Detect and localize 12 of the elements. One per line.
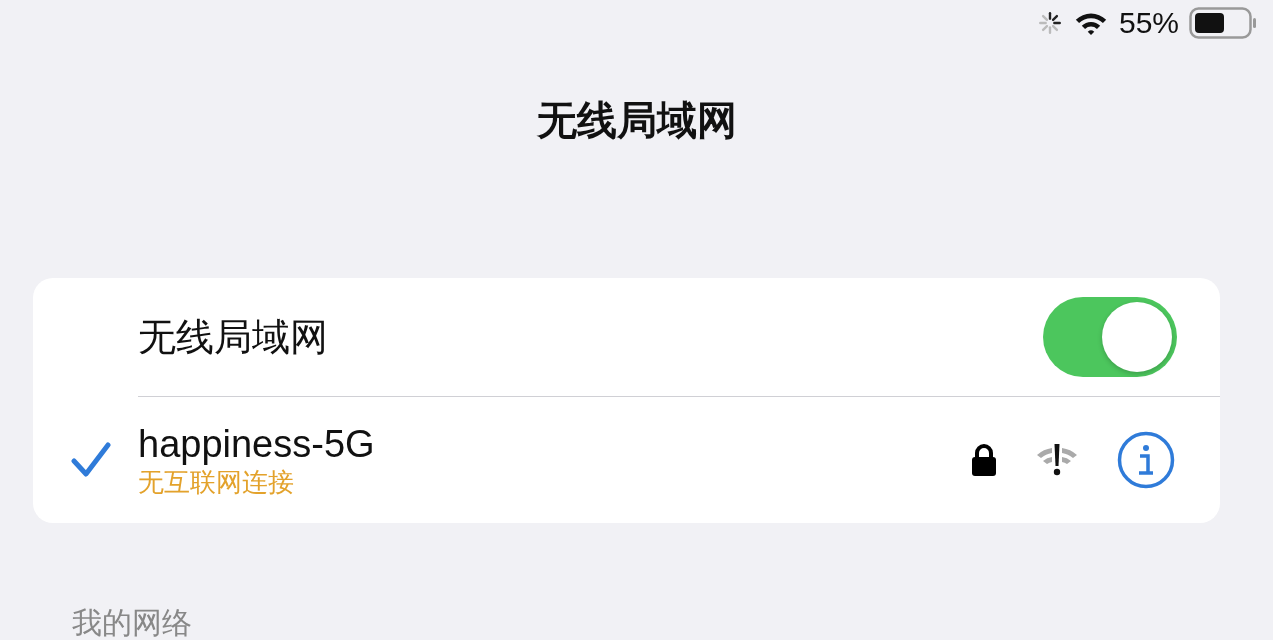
checkmark-icon [70,442,111,478]
network-name: happiness-5G [138,422,375,466]
info-icon[interactable] [1117,431,1175,489]
wifi-warning-icon [1035,443,1079,477]
network-status: 无互联网连接 [138,466,295,498]
battery-percentage: 55% [1118,6,1179,40]
page-title: 无线局域网 [536,98,737,142]
battery-icon [1189,7,1257,39]
wifi-label: 无线局域网 [138,313,328,361]
activity-spinner-icon [1036,10,1063,36]
network-row[interactable]: happiness-5G 无互联网连接 [33,397,1220,523]
section-header: 我的网络 [72,604,192,640]
